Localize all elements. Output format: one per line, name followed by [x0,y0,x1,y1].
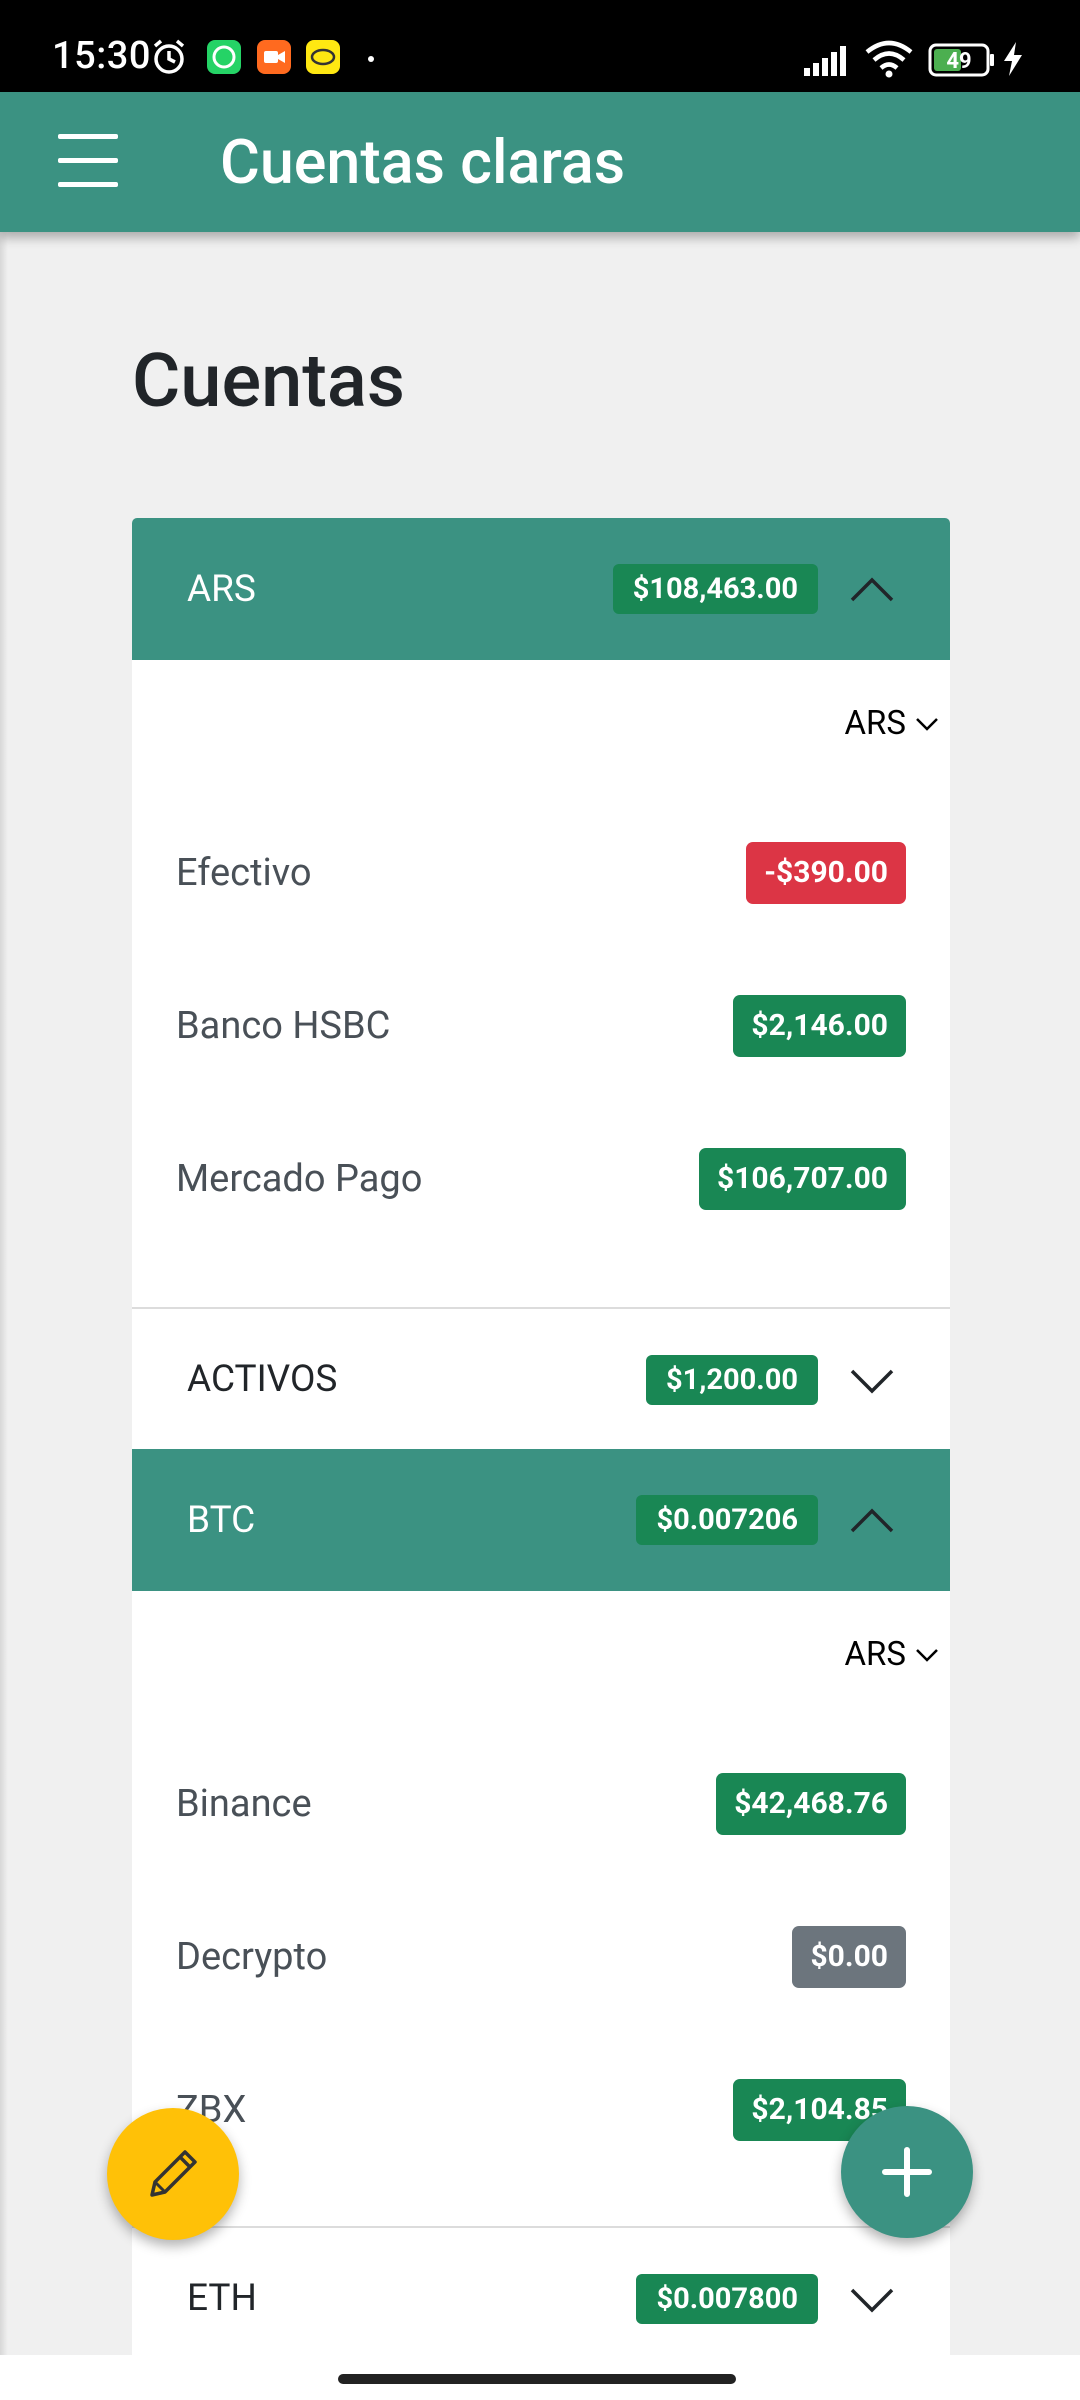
currency-select-value: ARS [844,704,906,743]
video-call-icon [257,40,291,74]
account-balance-badge: -$390.00 [746,841,906,904]
chevron-down-icon [916,1648,938,1662]
account-row[interactable]: ZBX $2,104.85 [132,2033,950,2186]
pencil-icon [150,2150,197,2197]
group-label: ARS [187,567,256,611]
page-title: Cuentas [132,338,405,425]
accordion-header-activos[interactable]: ACTIVOS $1,200.00 [132,1307,950,1449]
battery-level: 49 [946,49,971,74]
wifi-icon [865,40,913,78]
plus-icon [882,2147,932,2197]
account-name: Decrypto [176,1934,328,1979]
chevron-down-icon [850,2288,894,2313]
currency-select[interactable]: ARS [845,704,938,743]
charging-icon [1004,42,1022,76]
chevron-down-icon [916,717,938,731]
accordion-body-ars: ARS Efectivo -$390.00 Banco HSBC $2,146.… [132,660,950,1307]
account-balance-badge: $2,146.00 [733,994,906,1057]
currency-select-value: ARS [844,1635,906,1674]
group-label: BTC [187,1498,256,1542]
add-fab-button[interactable] [841,2106,973,2238]
account-row[interactable]: Decrypto $0.00 [132,1880,950,2033]
account-row[interactable]: Mercado Pago $106,707.00 [132,1102,950,1255]
account-name: Mercado Pago [176,1156,423,1201]
accordion-header-eth[interactable]: ETH $0.007800 [132,2226,950,2368]
whatsapp-icon [207,40,241,74]
status-time: 15:30 [52,34,151,78]
group-total-badge: $0.007800 [636,2274,818,2324]
gesture-handle[interactable] [338,2374,736,2384]
app-icon [306,40,340,74]
app-title: Cuentas claras [220,126,626,198]
edit-fab-button[interactable] [107,2108,239,2240]
group-label: ETH [187,2276,257,2320]
battery-icon: 49 [928,43,994,77]
chevron-up-icon [850,577,894,602]
group-label: ACTIVOS [187,1357,338,1401]
group-total-badge: $0.007206 [636,1495,818,1545]
account-balance-badge: $0.00 [792,1925,906,1988]
account-balance-badge: $106,707.00 [699,1147,906,1210]
account-name: Efectivo [176,850,312,895]
account-name: Binance [176,1781,312,1826]
hamburger-menu-icon[interactable] [58,132,118,190]
group-total-badge: $1,200.00 [645,1355,818,1405]
app-bar: Cuentas claras [0,92,1080,232]
account-balance-badge: $42,468.76 [716,1772,906,1835]
drawer-edge-shade [0,232,8,2382]
group-total-badge: $108,463.00 [612,564,818,614]
notification-dot [368,56,374,62]
accounts-accordion: ARS $108,463.00 ARS Efectivo -$390.00 Ba… [132,518,950,2368]
status-bar: 15:30 49 [0,0,1080,92]
account-row[interactable]: Efectivo -$390.00 [132,796,950,949]
accordion-header-btc[interactable]: BTC $0.007206 [132,1449,950,1591]
accordion-body-btc: ARS Binance $42,468.76 Decrypto $0.00 ZB… [132,1591,950,2226]
chevron-up-icon [850,1508,894,1533]
account-name: Banco HSBC [176,1003,391,1048]
account-row[interactable]: Binance $42,468.76 [132,1727,950,1880]
account-row[interactable]: Banco HSBC $2,146.00 [132,949,950,1102]
chevron-down-icon [850,1369,894,1394]
currency-select[interactable]: ARS [845,1635,938,1674]
alarm-icon [153,39,185,74]
signal-icon [804,46,846,76]
accordion-header-ars[interactable]: ARS $108,463.00 [132,518,950,660]
